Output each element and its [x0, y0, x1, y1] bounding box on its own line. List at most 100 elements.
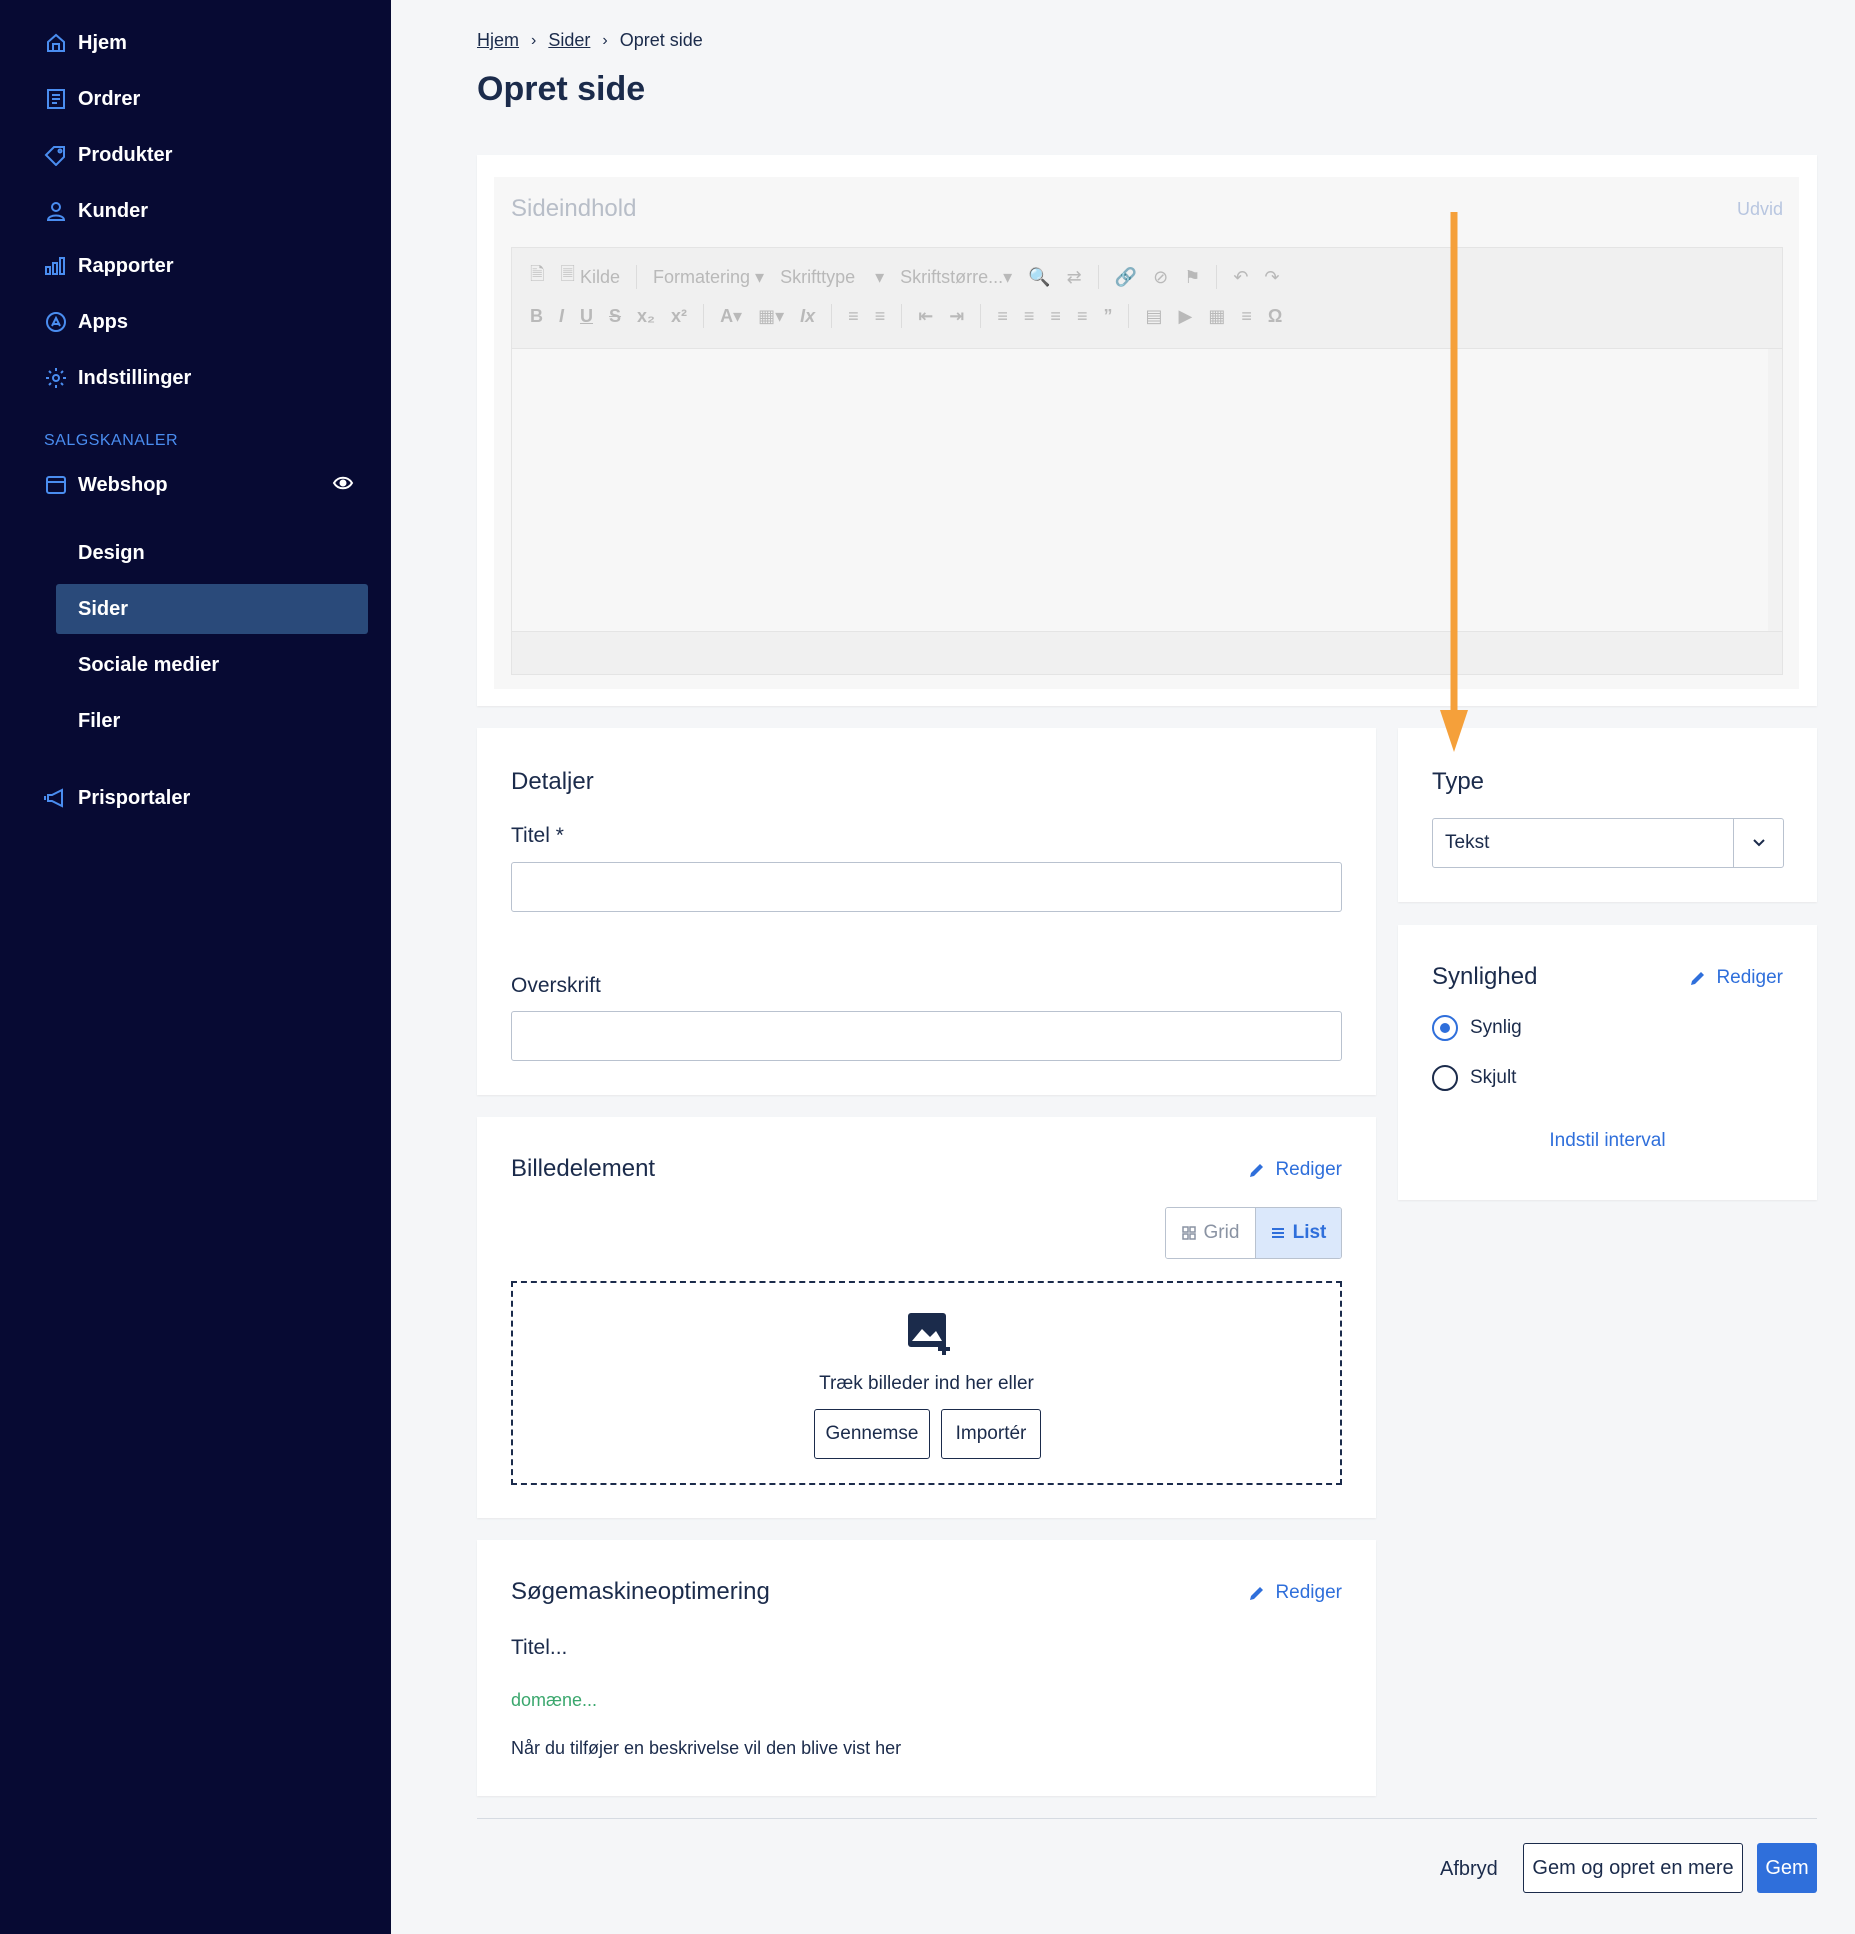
edit-label: Rediger [1275, 1582, 1342, 1603]
breadcrumb-pages[interactable]: Sider [548, 30, 590, 51]
source-button[interactable]: 🗏 Kilde [560, 262, 620, 292]
edit-label: Rediger [1275, 1159, 1342, 1180]
sidebar-item-label: Kunder [78, 199, 148, 222]
list-view-button[interactable]: List [1254, 1208, 1341, 1258]
flag-icon[interactable]: ⚑ [1184, 267, 1200, 288]
dropzone-text: Træk billeder ind her eller [819, 1373, 1034, 1394]
sidebar-subitem-social[interactable]: Sociale medier [56, 640, 368, 690]
seo-edit-link[interactable]: Rediger [1249, 1582, 1342, 1604]
expand-link[interactable]: Udvid [1737, 199, 1783, 220]
sidebar-item-price-portals[interactable]: Prisportaler [44, 778, 190, 818]
seo-title: Søgemaskineoptimering [511, 1578, 770, 1605]
video-icon[interactable]: ▶ [1178, 306, 1192, 327]
new-page-icon[interactable]: 🗎 [530, 262, 544, 292]
table-icon[interactable]: ▦ [1208, 306, 1225, 327]
font-size-dropdown[interactable]: Skriftstørre... ▾ [900, 267, 1012, 288]
subscript-icon[interactable]: x₂ [637, 306, 655, 327]
undo-icon[interactable]: ↶ [1233, 267, 1248, 288]
remove-format-icon[interactable]: Ix [800, 306, 815, 327]
save-and-create-another-button[interactable]: Gem og opret en mere [1523, 1843, 1743, 1893]
grid-view-button[interactable]: Grid [1166, 1208, 1255, 1258]
editor-toolbar: 🗎 🗏 Kilde Formatering ▾ Skrifttype ▾ Skr… [511, 247, 1783, 349]
source-icon: 🗏 [560, 264, 575, 284]
title-input[interactable] [511, 862, 1342, 912]
eye-icon[interactable] [332, 472, 356, 496]
search-icon[interactable]: 🔍 [1028, 267, 1050, 288]
breadcrumb-home[interactable]: Hjem [477, 30, 519, 51]
unlink-icon[interactable]: ⊘ [1153, 267, 1168, 288]
outdent-icon[interactable]: ⇤ [918, 306, 933, 327]
radio-visible[interactable]: Synlig [1432, 1015, 1522, 1041]
numbered-list-icon[interactable]: ≡ [848, 306, 859, 327]
image-edit-link[interactable]: Rediger [1249, 1159, 1342, 1181]
redo-icon[interactable]: ↷ [1264, 267, 1279, 288]
browse-button[interactable]: Gennemse [814, 1409, 930, 1459]
align-left-icon[interactable]: ≡ [997, 306, 1008, 327]
sidebar-subitem-pages[interactable]: Sider [56, 584, 368, 634]
bold-icon[interactable]: B [530, 306, 543, 327]
toolbar-separator [1128, 304, 1130, 328]
italic-icon[interactable]: I [559, 306, 564, 327]
toolbar-separator [980, 304, 982, 328]
cancel-link[interactable]: Afbryd [1440, 1858, 1498, 1881]
quote-icon[interactable]: ” [1103, 306, 1112, 327]
sidebar-item-home[interactable]: Hjem [44, 23, 127, 63]
sidebar-item-customers[interactable]: Kunder [44, 191, 148, 231]
toolbar-separator [1097, 265, 1099, 289]
special-char-icon[interactable]: Ω [1268, 306, 1282, 327]
annotation-arrow [1440, 212, 1468, 752]
set-interval-link[interactable]: Indstil interval [1398, 1130, 1817, 1152]
seo-preview-title: Titel... [511, 1636, 568, 1659]
sidebar-item-orders[interactable]: Ordrer [44, 79, 140, 119]
align-right-icon[interactable]: ≡ [1050, 306, 1061, 327]
editor-scrollbar[interactable] [1768, 349, 1782, 631]
font-size-label: Skriftstørre... [900, 266, 1004, 287]
format-dropdown[interactable]: Formatering ▾ [653, 267, 764, 288]
indent-icon[interactable]: ⇥ [949, 306, 964, 327]
sidebar-item-settings[interactable]: Indstillinger [44, 358, 191, 398]
import-button[interactable]: Importér [941, 1409, 1041, 1459]
link-icon[interactable]: 🔗 [1115, 267, 1137, 288]
image-dropzone[interactable]: Træk billeder ind her eller Gennemse Imp… [511, 1281, 1342, 1485]
pencil-icon [1250, 1164, 1264, 1177]
horizontal-rule-icon[interactable]: ≡ [1241, 306, 1252, 327]
seo-preview-description: Når du tilføjer en beskrivelse vil den b… [511, 1738, 902, 1758]
replace-icon[interactable]: ⇄ [1067, 267, 1082, 288]
font-dropdown[interactable]: Skrifttype ▾ [780, 267, 884, 288]
sidebar-item-label: Ordrer [78, 87, 141, 110]
orders-icon [44, 87, 68, 111]
underline-icon[interactable]: U [580, 306, 593, 327]
page-content-card: Sideindhold Udvid 🗎 🗏 Kilde Formatering … [477, 155, 1817, 706]
sidebar-item-apps[interactable]: Apps [44, 302, 128, 342]
page-title: Opret side [477, 70, 646, 108]
heading-input[interactable] [511, 1011, 1342, 1061]
sidebar-subitem-design[interactable]: Design [56, 528, 368, 578]
radio-indicator[interactable] [1432, 1015, 1458, 1041]
save-button[interactable]: Gem [1757, 1843, 1817, 1893]
strikethrough-icon[interactable]: S [609, 306, 621, 327]
superscript-icon[interactable]: x² [671, 306, 687, 327]
view-toggle: Grid List [1165, 1207, 1342, 1259]
sidebar-item-reports[interactable]: Rapporter [44, 246, 174, 286]
editor-textarea[interactable] [511, 349, 1783, 631]
type-title: Type [1432, 768, 1485, 795]
font-label: Skrifttype [780, 266, 856, 287]
tag-icon [44, 143, 68, 167]
text-color-icon[interactable]: A▾ [720, 306, 742, 327]
background-color-icon[interactable]: ▦▾ [758, 306, 784, 327]
source-label: Kilde [579, 266, 621, 287]
sidebar-subitem-files[interactable]: Filer [56, 696, 368, 746]
bullet-list-icon[interactable]: ≡ [875, 306, 886, 327]
toolbar-separator [901, 304, 903, 328]
chevron-right-icon: › [602, 31, 608, 49]
align-justify-icon[interactable]: ≡ [1077, 306, 1088, 327]
radio-hidden[interactable]: Skjult [1432, 1065, 1516, 1091]
radio-indicator[interactable] [1432, 1065, 1458, 1091]
sidebar-item-products[interactable]: Produkter [44, 135, 172, 175]
type-select[interactable]: Tekst [1432, 818, 1784, 868]
align-center-icon[interactable]: ≡ [1024, 306, 1035, 327]
pencil-icon [1691, 972, 1705, 985]
visibility-edit-link[interactable]: Rediger [1690, 967, 1783, 989]
image-icon[interactable]: ▤ [1145, 306, 1162, 327]
sidebar-item-webshop[interactable]: Webshop [44, 465, 168, 505]
